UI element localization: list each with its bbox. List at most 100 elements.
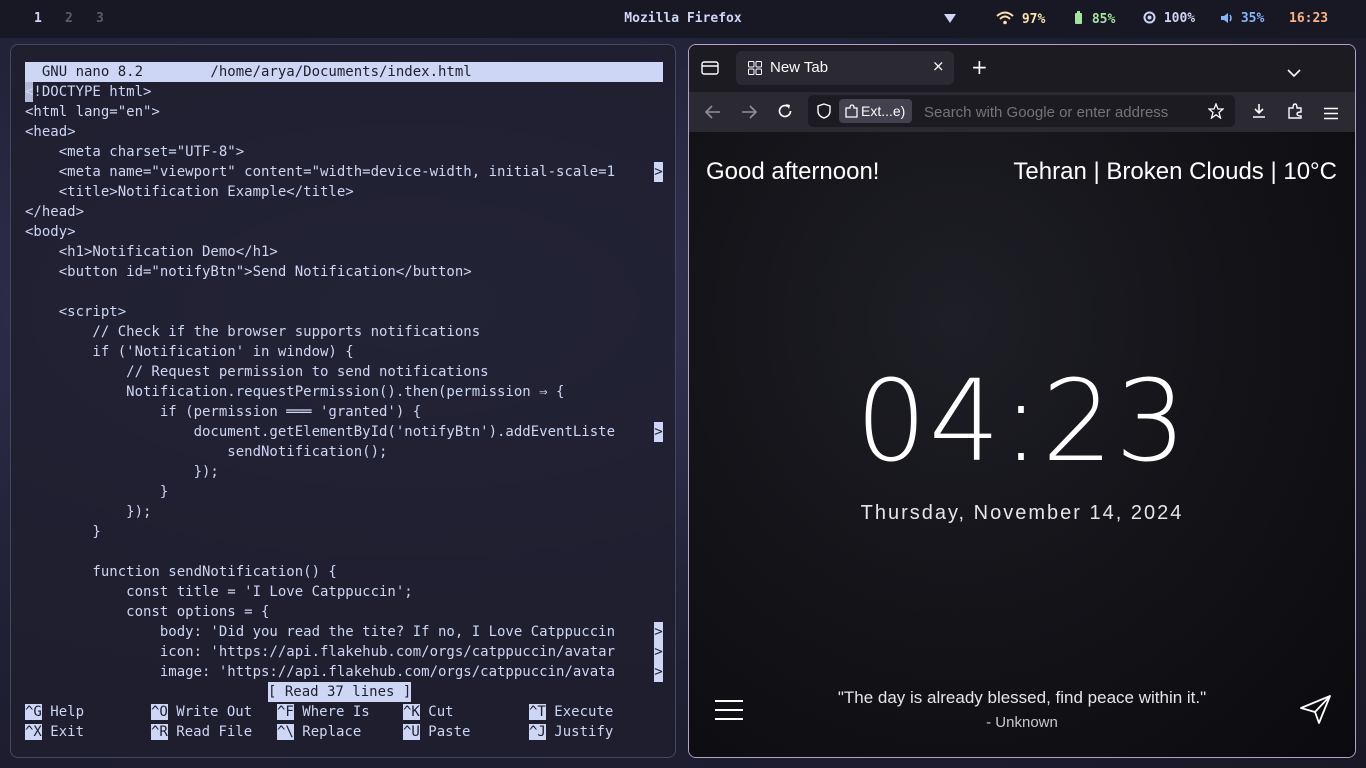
code-line[interactable]: <script> (25, 302, 126, 322)
firefox-window[interactable]: New Tab × + Ext...e) Search with Google … (688, 44, 1356, 758)
code-line[interactable]: <meta name="viewport" content="width=dev… (25, 162, 615, 182)
tab-close-icon[interactable]: × (932, 57, 945, 75)
code-line[interactable]: } (25, 522, 100, 542)
code-line[interactable]: <head> (25, 122, 76, 142)
forward-arrow-icon[interactable] (741, 104, 758, 123)
code-line[interactable]: const options = { (25, 602, 269, 622)
shortcut-key: ^\ (277, 724, 294, 740)
new-tab-page: Good afternoon! Tehran | Broken Clouds |… (689, 132, 1355, 757)
downloads-icon[interactable] (1251, 103, 1267, 123)
shortcut-key: ^U (403, 724, 420, 740)
tab-new-tab[interactable]: New Tab × (736, 51, 954, 85)
code-line[interactable]: <body> (25, 222, 76, 242)
clock[interactable]: 16:23 (1289, 11, 1328, 26)
code-line[interactable]: if (permission ═══ 'granted') { (25, 402, 421, 422)
shortcut-label: Help (50, 704, 85, 720)
code-line[interactable]: if ('Notification' in window) { (25, 342, 353, 362)
quote-text: "The day is already blessed, find peace … (837, 688, 1207, 707)
firefox-view-icon[interactable] (701, 60, 719, 80)
code-line[interactable]: <meta charset="UTF-8"> (25, 142, 244, 162)
shortcut-key: ^F (277, 704, 294, 720)
code-line[interactable]: }); (25, 462, 219, 482)
shortcut-item[interactable]: ^T Execute (529, 702, 613, 722)
shortcut-item[interactable]: ^K Cut (403, 702, 454, 722)
weather-info: Tehran | Broken Clouds | 10°C (1013, 158, 1337, 185)
text-cursor (25, 82, 33, 102)
battery-status[interactable]: 85% (1073, 11, 1115, 27)
send-share-icon[interactable] (1300, 695, 1332, 730)
reload-icon[interactable] (777, 103, 793, 123)
battery-value: 85% (1091, 12, 1116, 27)
code-line[interactable]: function sendNotification() { (25, 562, 336, 582)
hamburger-menu-icon[interactable] (1323, 105, 1339, 124)
code-line[interactable]: <title>Notification Example</title> (25, 182, 354, 202)
shortcut-item[interactable]: ^U Paste (403, 722, 470, 742)
brightness-value: 100% (1163, 11, 1196, 26)
tracking-protection-shield-icon[interactable] (817, 103, 831, 123)
shortcut-item[interactable]: ^\ Replace (277, 722, 361, 742)
code-line[interactable]: </head> (25, 202, 84, 222)
shortcut-item[interactable]: ^R Read File (151, 722, 252, 742)
big-clock: 04:23 (855, 357, 1189, 487)
list-tabs-chevron-icon[interactable] (1287, 62, 1301, 81)
shortcut-item[interactable]: ^J Justify (529, 722, 613, 742)
shortcut-label: Read File (176, 724, 253, 740)
shortcut-label: Exit (50, 724, 85, 740)
volume-status[interactable]: 35% (1220, 11, 1264, 26)
shortcut-key: ^X (25, 724, 42, 740)
shortcut-label: Cut (428, 704, 454, 720)
code-line[interactable]: body: 'Did you read the tite? If no, I L… (25, 622, 615, 642)
tab-title: New Tab (770, 59, 829, 76)
code-line[interactable]: document.getElementById('notifyBtn').add… (25, 422, 615, 442)
address-bar[interactable]: Ext...e) (808, 95, 1235, 127)
new-tab-plus-icon[interactable]: + (971, 57, 988, 77)
shortcut-key: ^T (529, 704, 546, 720)
shortcut-label: Paste (428, 724, 471, 740)
shortcut-item[interactable]: ^F Where Is (277, 702, 370, 722)
volume-value: 35% (1240, 11, 1265, 26)
shortcut-label: Where Is (302, 704, 370, 720)
extension-identity-chip[interactable]: Ext...e) (839, 99, 912, 123)
url-input[interactable] (922, 100, 1196, 124)
shortcut-item[interactable]: ^G Help (25, 702, 84, 722)
notification-icon[interactable] (943, 11, 957, 26)
code-line[interactable]: sendNotification(); (25, 442, 387, 462)
brightness-icon (1143, 11, 1156, 24)
line-truncation-marker: > (654, 422, 663, 442)
puzzle-piece-icon (845, 104, 858, 118)
navigation-toolbar: Ext...e) (689, 92, 1355, 132)
shortcut-key: ^R (151, 724, 168, 740)
shortcut-key: ^G (25, 704, 42, 720)
bookmark-star-icon[interactable] (1207, 102, 1225, 123)
brightness-status[interactable]: 100% (1143, 11, 1195, 26)
quote-author: - Unknown (986, 714, 1058, 731)
shortcut-key: ^J (529, 724, 546, 740)
volume-icon (1221, 13, 1232, 23)
extensions-icon[interactable] (1287, 103, 1303, 123)
nano-title-bar: GNU nano 8.2 /home/arya/Documents/index.… (25, 62, 663, 82)
code-line[interactable]: image: 'https://api.flakehub.com/orgs/ca… (25, 662, 615, 682)
terminal-window[interactable]: GNU nano 8.2 /home/arya/Documents/index.… (10, 44, 676, 758)
shortcut-item[interactable]: ^X Exit (25, 722, 84, 742)
code-line[interactable]: }); (25, 502, 151, 522)
code-line[interactable]: Notification.requestPermission().then(pe… (25, 382, 564, 402)
code-line[interactable]: <html lang="en"> (25, 102, 160, 122)
battery-charging-icon (1075, 11, 1082, 24)
date-display: Thursday, November 14, 2024 (860, 502, 1184, 524)
code-line[interactable]: <!DOCTYPE html> (25, 82, 151, 102)
code-line[interactable]: // Check if the browser supports notific… (25, 322, 480, 342)
line-truncation-marker: > (654, 662, 663, 682)
code-line[interactable]: <button id="notifyBtn">Send Notification… (25, 262, 472, 282)
back-arrow-icon[interactable] (704, 104, 721, 123)
shortcut-item[interactable]: ^O Write Out (151, 702, 252, 722)
code-line[interactable]: <h1>Notification Demo</h1> (25, 242, 278, 262)
greeting: Good afternoon! (706, 158, 880, 185)
code-line[interactable]: } (25, 482, 168, 502)
line-truncation-marker: > (654, 162, 663, 182)
code-line[interactable]: const title = 'I Love Catppuccin'; (25, 582, 413, 602)
wifi-icon (996, 11, 1014, 25)
extension-chip-label: Ext...e) (861, 103, 906, 119)
code-line[interactable]: // Request permission to send notificati… (25, 362, 488, 382)
code-line[interactable]: icon: 'https://api.flakehub.com/orgs/cat… (25, 642, 615, 662)
wifi-status[interactable]: 97% (996, 11, 1045, 27)
